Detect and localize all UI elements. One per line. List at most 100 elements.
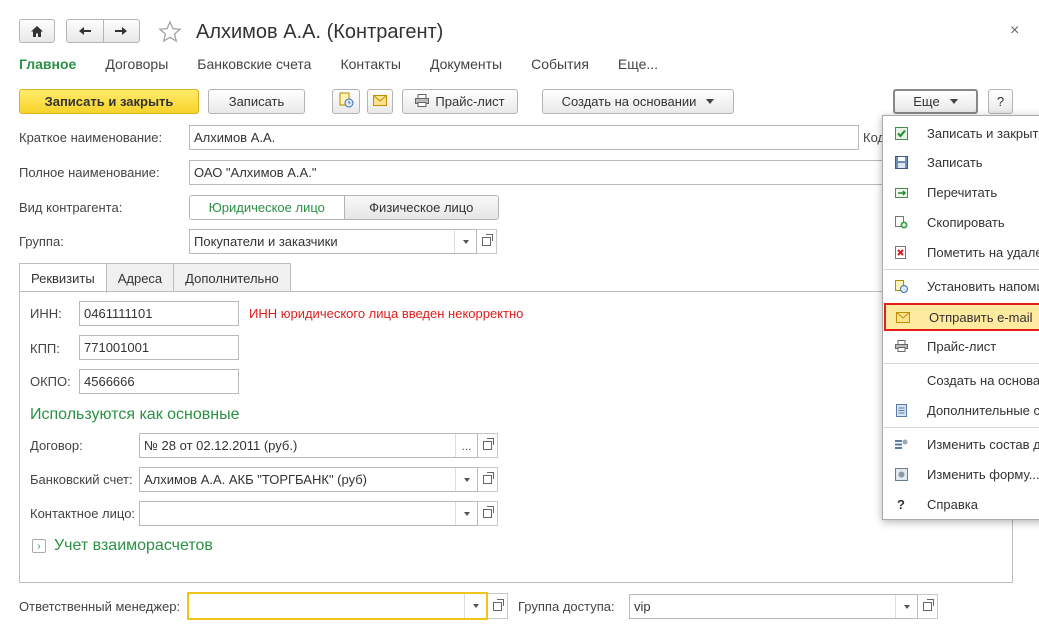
- chevron-down-icon: [463, 477, 470, 482]
- individual-option[interactable]: Физическое лицо: [344, 196, 498, 219]
- create-based-button[interactable]: Создать на основании: [542, 89, 734, 114]
- contact-person-dropdown-button[interactable]: [455, 502, 477, 525]
- menu-item-label: Скопировать: [927, 214, 1005, 230]
- settlements-heading[interactable]: Учет взаиморасчетов: [54, 537, 213, 555]
- menu-item-label: Изменить форму...: [927, 466, 1039, 482]
- copy-add-icon: [894, 215, 908, 229]
- menu-item-reread[interactable]: Перечитать: [883, 179, 1039, 205]
- price-list-button[interactable]: Прайс-лист: [402, 89, 518, 114]
- reminder-button[interactable]: [332, 89, 360, 114]
- legal-entity-option[interactable]: Юридическое лицо: [190, 196, 345, 219]
- printer-icon: [894, 339, 908, 353]
- arrow-right-icon: [114, 24, 128, 39]
- more-button[interactable]: Еще: [893, 89, 978, 114]
- menu-item-change-form[interactable]: Изменить форму...: [883, 461, 1039, 487]
- expand-settlements-icon[interactable]: ›: [32, 539, 46, 553]
- menu-item-price-list[interactable]: Прайс-лист: [883, 333, 1039, 359]
- close-icon[interactable]: ×: [1010, 22, 1019, 40]
- main-section-heading: Используются как основные: [30, 406, 240, 423]
- menu-item-save-close[interactable]: Записать и закрыть: [883, 120, 1039, 146]
- open-icon: [483, 472, 494, 484]
- open-icon: [493, 598, 504, 611]
- delete-mark-icon: [894, 245, 908, 259]
- menu-item-label: Справка: [927, 496, 978, 512]
- bank-account-field[interactable]: Алхимов А.А. АКБ "ТОРГБАНК" (руб): [139, 467, 478, 492]
- inn-error-message: ИНН юридического лица введен некорректно: [249, 306, 524, 321]
- menu-item-copy[interactable]: Скопировать: [883, 209, 1039, 235]
- manager-open-button[interactable]: [488, 593, 508, 619]
- menu-item-additional-info[interactable]: Дополнительные сведения: [883, 397, 1039, 423]
- home-button[interactable]: [19, 19, 55, 43]
- tab-additional[interactable]: Дополнительно: [173, 263, 291, 292]
- menu-item-mark-delete[interactable]: Пометить на удаление: [883, 239, 1039, 265]
- section-tabs: Главное Договоры Банковские счета Контак…: [19, 56, 687, 76]
- tab-addresses[interactable]: Адреса: [105, 263, 175, 292]
- menu-item-label: Записать: [927, 154, 983, 170]
- back-button[interactable]: [67, 20, 104, 42]
- requisites-tabs: Реквизиты Адреса Дополнительно: [19, 263, 291, 293]
- contact-person-field[interactable]: [139, 501, 478, 526]
- forward-button[interactable]: [104, 20, 140, 42]
- contact-person-open-button[interactable]: [478, 501, 498, 526]
- chevron-down-icon: [472, 604, 479, 608]
- tab-bank-accounts[interactable]: Банковские счета: [197, 56, 311, 76]
- contract-value: № 28 от 02.12.2011 (руб.): [144, 438, 298, 453]
- contact-person-label: Контактное лицо:: [30, 506, 136, 521]
- access-group-field[interactable]: vip: [629, 594, 918, 619]
- envelope-icon: [373, 94, 387, 109]
- save-close-button[interactable]: Записать и закрыть: [19, 89, 199, 114]
- send-email-button[interactable]: [367, 89, 393, 114]
- access-group-value: vip: [634, 599, 651, 614]
- tab-main[interactable]: Главное: [19, 56, 76, 76]
- menu-item-create-based[interactable]: Создать на основании: [883, 367, 1039, 393]
- tab-contacts[interactable]: Контакты: [340, 56, 400, 76]
- favorite-star-icon[interactable]: [158, 20, 182, 44]
- manager-dropdown-button[interactable]: [464, 594, 486, 618]
- save-button[interactable]: Записать: [208, 89, 305, 114]
- inn-field[interactable]: 0461111101: [79, 301, 239, 326]
- kpp-field[interactable]: 771001001: [79, 335, 239, 360]
- group-field[interactable]: Покупатели и заказчики: [189, 229, 477, 254]
- contract-field[interactable]: № 28 от 02.12.2011 (руб.) ...: [139, 433, 478, 458]
- menu-item-send-email[interactable]: Отправить e-mail: [884, 303, 1039, 331]
- contract-select-button[interactable]: ...: [455, 434, 477, 457]
- chevron-down-icon: [706, 99, 715, 104]
- bank-account-label: Банковский счет:: [30, 472, 133, 487]
- reminder-icon: [338, 92, 354, 111]
- bank-account-dropdown-button[interactable]: [455, 468, 477, 491]
- tab-contracts[interactable]: Договоры: [105, 56, 168, 76]
- bank-account-open-button[interactable]: [478, 467, 498, 492]
- contract-open-button[interactable]: [478, 433, 498, 458]
- menu-item-reminder[interactable]: Установить напоминание: [883, 273, 1039, 299]
- group-open-button[interactable]: [477, 229, 497, 254]
- tab-more[interactable]: Еще...: [618, 56, 658, 76]
- price-list-label: Прайс-лист: [435, 94, 505, 109]
- check-doc-icon: [894, 126, 908, 140]
- tab-events[interactable]: События: [531, 56, 589, 76]
- full-name-field[interactable]: ОАО "Алхимов А.А.": [189, 160, 889, 185]
- access-group-open-button[interactable]: [918, 594, 938, 619]
- bank-account-value: Алхимов А.А. АКБ "ТОРГБАНК" (руб): [144, 472, 367, 487]
- menu-item-help[interactable]: ? Справка: [883, 491, 1039, 517]
- okpo-field[interactable]: 4566666: [79, 369, 239, 394]
- menu-item-save[interactable]: Записать: [883, 149, 1039, 175]
- page-title: Алхимов А.А. (Контрагент): [196, 21, 444, 43]
- manager-field[interactable]: [187, 592, 488, 620]
- open-icon: [483, 438, 494, 450]
- help-button[interactable]: ?: [988, 89, 1013, 114]
- envelope-icon: [896, 310, 910, 324]
- short-name-field[interactable]: Алхимов А.А.: [189, 125, 859, 150]
- access-group-dropdown-button[interactable]: [895, 595, 917, 618]
- chevron-down-icon: [903, 604, 910, 609]
- list-settings-icon: [894, 437, 908, 451]
- more-label: Еще: [913, 94, 940, 109]
- kind-label: Вид контрагента:: [19, 200, 123, 215]
- menu-item-change-composition[interactable]: Изменить состав добавлений: [883, 431, 1039, 457]
- group-value: Покупатели и заказчики: [194, 234, 338, 249]
- tab-documents[interactable]: Документы: [430, 56, 502, 76]
- create-based-label: Создать на основании: [561, 94, 697, 109]
- reminder-icon: [894, 279, 908, 293]
- group-dropdown-button[interactable]: [454, 230, 476, 253]
- menu-item-label: Создать на основании: [927, 372, 1039, 388]
- tab-requisites[interactable]: Реквизиты: [19, 263, 107, 293]
